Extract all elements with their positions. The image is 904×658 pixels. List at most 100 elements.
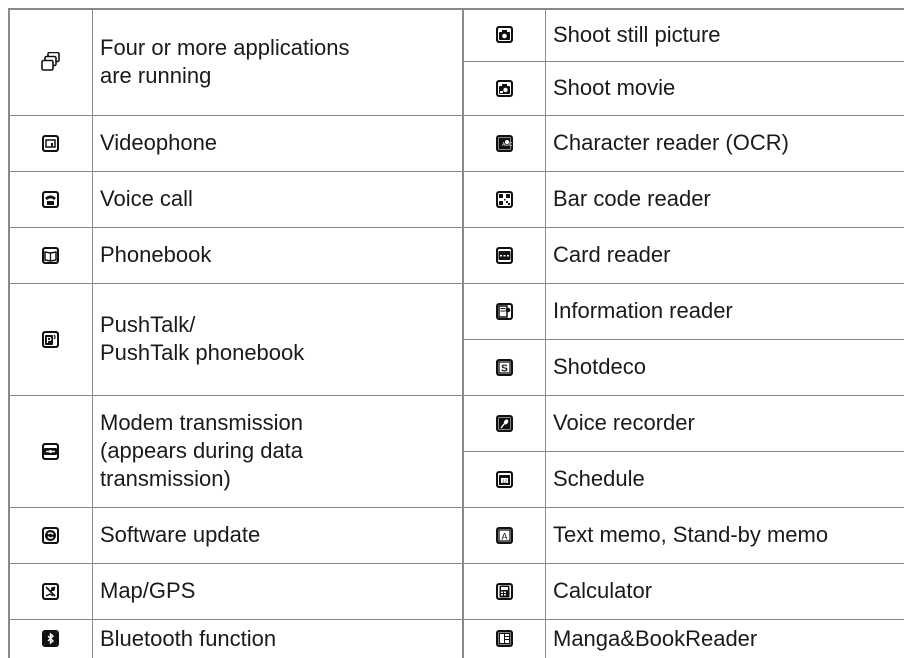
right-icon-cell bbox=[463, 563, 545, 619]
right-label-cell: Manga&BookReader bbox=[545, 619, 904, 658]
left-icon-cell bbox=[8, 395, 92, 507]
row-label: Information reader bbox=[553, 298, 733, 323]
row-label: Calculator bbox=[553, 578, 653, 603]
voice-recorder-icon bbox=[495, 414, 514, 433]
grid-line bbox=[91, 8, 93, 658]
grid-line bbox=[8, 170, 463, 172]
row-label: Bluetooth function bbox=[100, 625, 277, 651]
right-label-cell: Bar code reader bbox=[545, 171, 904, 227]
row-label: Schedule bbox=[553, 466, 645, 491]
barcode-icon bbox=[495, 190, 514, 209]
row-label: Shotdeco bbox=[553, 354, 646, 379]
info-reader-icon bbox=[495, 302, 514, 321]
ocr-camera-icon: ABC bbox=[495, 134, 514, 153]
right-label-cell: Shoot movie bbox=[545, 61, 904, 115]
left-label-cell: Software update bbox=[92, 507, 463, 563]
left-icon-cell bbox=[8, 507, 92, 563]
right-icon-cell bbox=[463, 171, 545, 227]
grid-line bbox=[463, 506, 904, 508]
card-reader-icon bbox=[495, 246, 514, 265]
videophone-icon bbox=[41, 134, 60, 153]
text-memo-icon: A bbox=[495, 526, 514, 545]
left-label-cell: Videophone bbox=[92, 115, 463, 171]
grid-line bbox=[463, 338, 904, 340]
pushtalk-icon: P bbox=[41, 330, 60, 349]
svg-text:P: P bbox=[46, 336, 52, 345]
left-label-cell: Map/GPS bbox=[92, 563, 463, 619]
right-icon-cell: 12 bbox=[463, 451, 545, 507]
left-label-cell: Four or more applications are running bbox=[92, 8, 463, 115]
right-label-cell: Character reader (OCR) bbox=[545, 115, 904, 171]
left-icon-cell: P bbox=[8, 283, 92, 395]
row-label: Videophone bbox=[100, 130, 218, 155]
left-label-cell: PushTalk/ PushTalk phonebook bbox=[92, 283, 463, 395]
modem-icon bbox=[41, 442, 60, 461]
left-icon-cell bbox=[8, 619, 92, 658]
grid-line bbox=[463, 226, 904, 228]
right-icon-cell bbox=[463, 8, 545, 61]
right-label-cell: Information reader bbox=[545, 283, 904, 339]
row-label: Four or more applications are running bbox=[100, 34, 350, 88]
row-label: Character reader (OCR) bbox=[553, 130, 789, 155]
row-label: Phonebook bbox=[100, 242, 212, 267]
right-icon-cell bbox=[463, 283, 545, 339]
row-label: PushTalk/ PushTalk phonebook bbox=[100, 312, 305, 365]
grid-line bbox=[463, 60, 904, 62]
grid-line bbox=[463, 394, 904, 396]
row-label: Voice call bbox=[100, 186, 193, 211]
schedule-icon: 12 bbox=[495, 470, 514, 489]
map-gps-icon bbox=[41, 582, 60, 601]
grid-line bbox=[8, 7, 904, 10]
grid-line bbox=[8, 394, 463, 396]
grid-line bbox=[463, 114, 904, 116]
camera-still-icon bbox=[495, 25, 514, 44]
svg-text:12: 12 bbox=[501, 478, 507, 483]
software-update-icon bbox=[41, 526, 60, 545]
left-icon-cell bbox=[8, 171, 92, 227]
left-icon-cell bbox=[8, 563, 92, 619]
row-label: Bar code reader bbox=[553, 186, 711, 211]
left-icon-cell bbox=[8, 227, 92, 283]
shotdeco-icon: S bbox=[495, 358, 514, 377]
row-label: Card reader bbox=[553, 242, 671, 267]
calculator-icon bbox=[495, 582, 514, 601]
left-label-cell: Modem transmission (appears during data … bbox=[92, 395, 463, 507]
row-label: Voice recorder bbox=[553, 410, 695, 435]
left-label-cell: Voice call bbox=[92, 171, 463, 227]
right-label-cell: Card reader bbox=[545, 227, 904, 283]
grid-line bbox=[8, 618, 463, 620]
right-icon-cell bbox=[463, 227, 545, 283]
left-label-cell: Phonebook bbox=[92, 227, 463, 283]
grid-line bbox=[463, 618, 904, 620]
right-label-cell: Schedule bbox=[545, 451, 904, 507]
left-icon-cell bbox=[8, 115, 92, 171]
right-label-cell: Calculator bbox=[545, 563, 904, 619]
bluetooth-icon bbox=[41, 629, 60, 648]
row-label: Modem transmission (appears during data … bbox=[100, 410, 304, 491]
grid-line bbox=[8, 506, 463, 508]
grid-line bbox=[463, 450, 904, 452]
row-label: Shoot movie bbox=[553, 75, 676, 100]
grid-line bbox=[7, 8, 10, 658]
right-icon-cell: S bbox=[463, 339, 545, 395]
grid-line bbox=[463, 170, 904, 172]
voice-call-icon bbox=[41, 190, 60, 209]
phonebook-icon bbox=[41, 246, 60, 265]
right-label-cell: Shotdeco bbox=[545, 339, 904, 395]
grid-line bbox=[8, 282, 463, 284]
right-icon-cell bbox=[463, 619, 545, 658]
right-icon-cell bbox=[463, 61, 545, 115]
right-icon-cell bbox=[463, 395, 545, 451]
right-icon-cell: A bbox=[463, 507, 545, 563]
row-label: Text memo, Stand-by memo bbox=[553, 522, 829, 547]
stacked-apps-icon bbox=[40, 52, 60, 71]
svg-text:S: S bbox=[501, 363, 508, 374]
manga-reader-icon bbox=[495, 629, 514, 648]
grid-line bbox=[8, 562, 463, 564]
svg-text:A: A bbox=[501, 531, 507, 541]
row-label: Manga&BookReader bbox=[553, 625, 758, 651]
grid-line bbox=[462, 8, 464, 658]
row-label: Software update bbox=[100, 522, 261, 547]
row-label: Shoot still picture bbox=[553, 21, 721, 47]
right-label-cell: Text memo, Stand-by memo bbox=[545, 507, 904, 563]
